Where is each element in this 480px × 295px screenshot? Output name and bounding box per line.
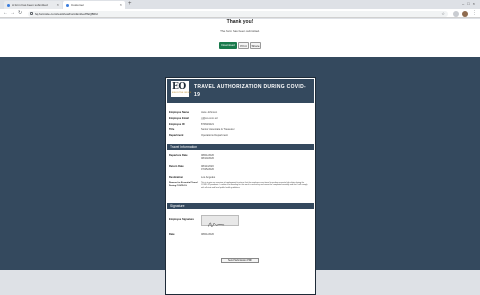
browser-tab-bar: A form has been submitted × Customer × +… — [0, 0, 480, 9]
signature-image — [201, 215, 239, 227]
form-title: TRAVEL AUTHORIZATION DURING COVID-19 — [194, 84, 306, 98]
field-row: Employee Signature — [169, 218, 194, 221]
extension-icon[interactable] — [453, 10, 459, 17]
reload-icon[interactable]: ↻ — [18, 9, 22, 18]
field-row: Departure Date 08/01/2020 08/10/2020 — [169, 154, 214, 160]
close-tab-icon[interactable]: × — [120, 1, 122, 9]
field-row: Department Operations Department — [169, 134, 228, 138]
thank-you-banner: Thank you! The form has been submitted. … — [0, 19, 480, 57]
browser-toolbar: ← → ↻ hq.formsite.com/res/showFormEmbed?… — [0, 9, 480, 18]
submitted-message: The form has been submitted. — [220, 29, 260, 33]
favicon-icon — [7, 3, 10, 7]
close-tab-icon[interactable]: × — [57, 1, 59, 9]
download-button[interactable]: Download — [219, 42, 237, 49]
employee-fields: Employee Name Jane Johnson Employee Emai… — [169, 111, 312, 140]
browser-tab[interactable]: A form has been submitted × — [4, 1, 62, 9]
field-row: Return Date 08/11/2020 07/25/2020 — [169, 165, 214, 171]
eo-logo: EO EXECUTIVE OFFICE — [171, 81, 191, 97]
profile-avatar-icon[interactable] — [462, 10, 468, 17]
window-controls[interactable]: –□× — [462, 0, 478, 8]
lock-icon — [30, 12, 33, 15]
bookmark-star-icon[interactable]: ☆ — [441, 11, 445, 17]
forward-icon[interactable]: → — [10, 9, 15, 18]
new-tab-icon[interactable]: + — [128, 1, 132, 8]
send-pdf-button[interactable]: Send Submission PDF — [221, 258, 259, 263]
page-content: Thank you! The form has been submitted. … — [0, 19, 480, 295]
tab-label: Customer — [71, 3, 85, 7]
back-icon[interactable]: ← — [3, 9, 8, 18]
menu-kebab-icon[interactable]: ⋮ — [472, 9, 477, 18]
section-signature: Signature — [167, 203, 314, 209]
print-button[interactable]: Print — [238, 42, 249, 49]
address-bar[interactable]: hq.formsite.com/res/showFormEmbed?EQBRd … — [28, 10, 448, 17]
signature-fields: Employee Signature Date 08/01/2020 — [169, 218, 312, 239]
browser-tab-active[interactable]: Customer × — [63, 1, 125, 9]
field-row: Date 08/01/2020 — [169, 233, 214, 236]
url-text: hq.formsite.com/res/showFormEmbed?EQBRd — [35, 11, 98, 16]
signature-scribble — [208, 222, 225, 227]
travel-fields: Departure Date 08/01/2020 08/10/2020 Ret… — [169, 154, 312, 202]
tab-label: A form has been submitted — [12, 3, 48, 7]
section-travel-information: Travel Information — [167, 144, 314, 150]
share-button[interactable]: Share — [250, 42, 261, 49]
form-background: EO EXECUTIVE OFFICE TRAVEL AUTHORIZATION… — [0, 57, 480, 295]
thank-you-title: Thank you! — [226, 19, 254, 25]
field-row: Reason for Essential Travel During COVID… — [169, 182, 308, 189]
favicon-icon — [66, 3, 69, 7]
form-header: EO EXECUTIVE OFFICE TRAVEL AUTHORIZATION… — [167, 79, 314, 103]
